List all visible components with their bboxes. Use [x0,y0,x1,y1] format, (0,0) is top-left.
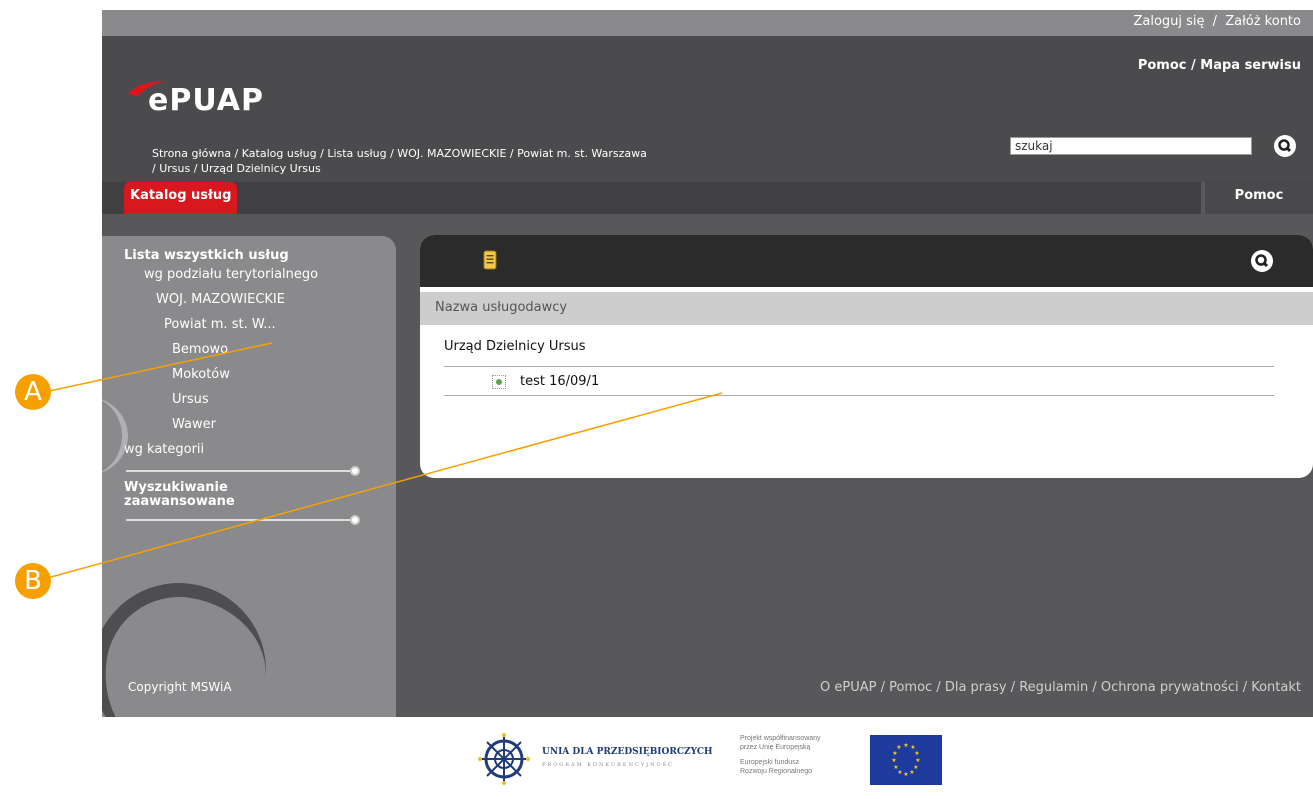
sidebar-item-territory[interactable]: wg podziału terytorialnego [144,267,318,282]
search-icon [1255,254,1269,268]
service-link[interactable]: test 16/09/1 [520,374,599,389]
ship-wheel-logo [478,733,530,785]
breadcrumb-line[interactable]: / Ursus / Urząd Dzielnicy Ursus [152,161,852,176]
svg-text:★: ★ [914,750,919,757]
column-header-label[interactable]: Nazwa usługodawcy [435,300,567,315]
breadcrumb: Strona główna / Katalog usług / Lista us… [152,146,852,176]
panel-toolbar [420,235,1313,287]
footer-links[interactable]: O ePUAP / Pomoc / Dla prasy / Regulamin … [820,680,1301,695]
svg-text:★: ★ [909,769,914,776]
sidebar-item-district[interactable]: Bemowo [172,342,228,357]
search-icon [1278,139,1292,153]
expand-knob[interactable] [350,515,360,525]
sidebar-item-district[interactable]: Ursus [172,392,209,407]
union-subtitle: PROGRAM KONKURENCYJNOŚĆ [542,762,674,768]
page: Zaloguj się / Załóż konto ePUAP Pomoc / … [102,10,1313,799]
main-area: Lista wszystkich usług wg podziału teryt… [102,214,1313,717]
svg-text:★: ★ [903,742,908,749]
panel-search-button[interactable] [1251,250,1273,272]
union-title: UNIA DLA PRZEDSIĘBIORCZYCH [542,747,713,757]
decorative-arc [102,396,128,476]
tab-catalog[interactable]: Katalog usług [124,182,238,214]
header: ePUAP Pomoc / Mapa serwisu Strona główna… [102,36,1313,182]
svg-text:★: ★ [893,764,898,771]
sidebar-item-category[interactable]: wg kategorii [124,442,204,457]
row-divider [444,366,1274,367]
svg-text:★: ★ [896,744,901,751]
top-bar: Zaloguj się / Załóż konto [102,10,1313,36]
sponsor-logos: UNIA DLA PRZEDSIĘBIORCZYCH PROGRAM KONKU… [102,717,1313,799]
column-header: Nazwa usługodawcy [420,292,1313,325]
provider-row[interactable]: Urząd Dzielnicy Ursus [444,339,586,354]
eu-text: Projekt współfinansowany przez Unię Euro… [740,735,821,775]
breadcrumb-line[interactable]: Strona główna / Katalog usług / Lista us… [152,146,852,161]
advanced-search-link[interactable]: Wyszukiwanie zaawansowane [124,481,235,509]
eu-flag-icon: ★ ★★★ ★★★★ ★★★★ [870,735,942,785]
tab-bar: Katalog usług Pomoc [102,182,1313,214]
decorative-arc [102,571,278,717]
divider [126,519,356,521]
callout-b: B [15,563,51,599]
search-button[interactable] [1274,135,1296,157]
svg-text:ePUAP: ePUAP [148,83,264,116]
svg-text:★: ★ [915,757,920,764]
svg-text:★: ★ [903,771,908,778]
sidebar-item-county[interactable]: Powiat m. st. W... [164,317,276,332]
sidebar: Lista wszystkich usług wg podziału teryt… [102,236,396,717]
row-divider [444,395,1274,396]
tab-help[interactable]: Pomoc [1201,182,1313,214]
document-icon[interactable] [483,250,497,270]
svg-text:★: ★ [891,757,896,764]
account-links: Zaloguj się / Załóż konto [1133,14,1301,29]
callout-a: A [15,374,51,410]
search-input[interactable] [1010,137,1252,155]
register-link[interactable]: Załóż konto [1225,14,1301,29]
sidebar-item-voivodeship[interactable]: WOJ. MAZOWIECKIE [156,292,285,307]
sidebar-title[interactable]: Lista wszystkich usług [124,248,289,263]
copyright: Copyright MSWiA [128,680,232,694]
login-link[interactable]: Zaloguj się [1133,14,1204,29]
epuap-logo[interactable]: ePUAP [126,76,276,120]
expand-knob[interactable] [350,466,360,476]
svg-text:★: ★ [892,750,897,757]
service-radio-icon[interactable] [492,375,506,389]
divider [126,470,356,472]
sidebar-item-district[interactable]: Mokotów [172,367,230,382]
sidebar-item-district[interactable]: Wawer [172,417,216,432]
help-sitemap-link[interactable]: Pomoc / Mapa serwisu [1138,58,1301,73]
results-panel: Nazwa usługodawcy Urząd Dzielnicy Ursus … [420,235,1313,478]
